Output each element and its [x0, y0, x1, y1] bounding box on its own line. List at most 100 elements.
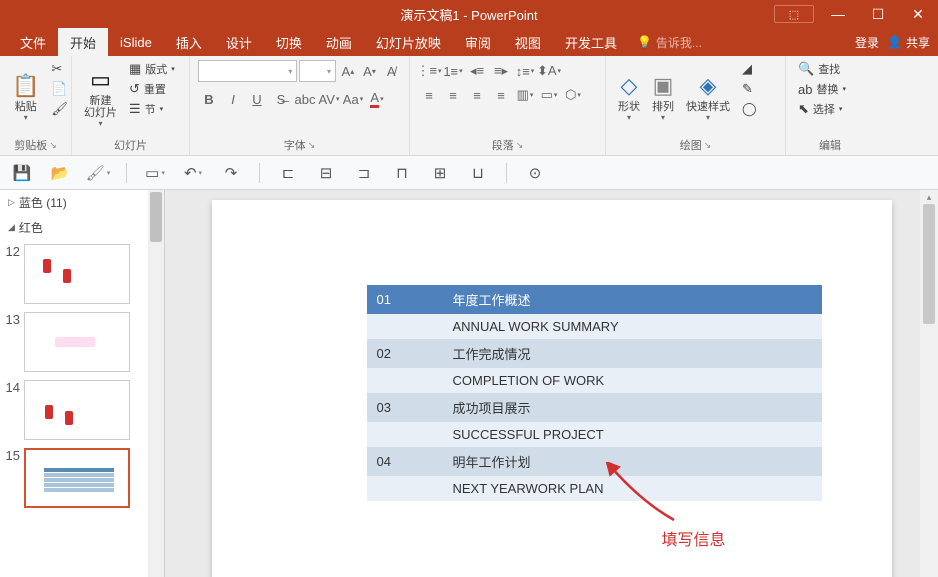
- clear-formatting-button[interactable]: A̸: [381, 60, 401, 82]
- smartart-button[interactable]: ⬡: [562, 84, 584, 106]
- copy-button[interactable]: 📄: [47, 80, 72, 98]
- shrink-font-button[interactable]: A▾: [360, 60, 380, 82]
- new-slide-button[interactable]: ▭ 新建 幻灯片 ▾: [80, 60, 121, 135]
- shape-fill-button[interactable]: ◢: [738, 60, 761, 78]
- text-direction-button[interactable]: ⬍A: [538, 60, 560, 82]
- shape-outline-button[interactable]: ✎: [738, 80, 761, 98]
- replace-button[interactable]: ab替换▾: [794, 80, 850, 98]
- table-cell-num: 03: [367, 393, 443, 422]
- canvas-scrollbar[interactable]: ▴: [920, 190, 938, 577]
- font-dialog-launcher[interactable]: ↘: [308, 140, 316, 151]
- menu-slideshow[interactable]: 幻灯片放映: [364, 28, 453, 56]
- increase-indent-button[interactable]: ≡▸: [490, 60, 512, 82]
- menu-insert[interactable]: 插入: [164, 28, 214, 56]
- textbox-qat[interactable]: ▭: [145, 163, 165, 183]
- login-link[interactable]: 登录: [855, 34, 879, 51]
- tree-item-red[interactable]: ◢ 红色: [0, 215, 164, 240]
- panel-scrollbar[interactable]: [148, 190, 164, 577]
- cut-button[interactable]: ✂: [47, 60, 72, 78]
- redo-button[interactable]: ↷: [221, 163, 241, 183]
- menu-animations[interactable]: 动画: [314, 28, 364, 56]
- align-center-h-qat[interactable]: ⊟: [316, 163, 336, 183]
- undo-button[interactable]: ↶: [183, 163, 203, 183]
- scroll-up-icon[interactable]: ▴: [920, 190, 938, 204]
- bullets-button[interactable]: ⋮≡: [418, 60, 440, 82]
- strikethrough-button[interactable]: S̶: [270, 88, 292, 110]
- table-row[interactable]: COMPLETION OF WORK: [367, 368, 822, 393]
- table-row[interactable]: 04明年工作计划: [367, 447, 822, 476]
- save-button[interactable]: 💾: [12, 163, 32, 183]
- char-spacing-button[interactable]: AV: [318, 88, 340, 110]
- menu-design[interactable]: 设计: [214, 28, 264, 56]
- underline-button[interactable]: U: [246, 88, 268, 110]
- menu-home[interactable]: 开始: [58, 28, 108, 56]
- font-color-button[interactable]: A: [366, 88, 388, 110]
- columns-button[interactable]: ▥: [514, 84, 536, 106]
- paragraph-dialog-launcher[interactable]: ↘: [516, 140, 524, 151]
- align-right-qat[interactable]: ⊐: [354, 163, 374, 183]
- shape-effects-button[interactable]: ◯: [738, 100, 761, 118]
- shapes-button[interactable]: ◇ 形状 ▾: [614, 60, 644, 135]
- table-row[interactable]: SUCCESSFUL PROJECT: [367, 422, 822, 447]
- bold-button[interactable]: B: [198, 88, 220, 110]
- slide-thumbnail-12[interactable]: [24, 244, 130, 304]
- arrange-button[interactable]: ▣ 排列 ▾: [648, 60, 678, 135]
- scrollbar-thumb[interactable]: [150, 192, 162, 242]
- align-left-button[interactable]: ≡: [418, 84, 440, 106]
- open-button[interactable]: 📂: [50, 163, 70, 183]
- align-top-qat[interactable]: ⊓: [392, 163, 412, 183]
- slide-canvas[interactable]: 01年度工作概述ANNUAL WORK SUMMARY02工作完成情况COMPL…: [212, 200, 892, 577]
- table-row[interactable]: 01年度工作概述: [367, 285, 822, 314]
- table-row[interactable]: ANNUAL WORK SUMMARY: [367, 314, 822, 339]
- font-name-combo[interactable]: ▾: [198, 60, 297, 82]
- slide-thumbnail-15[interactable]: [24, 448, 130, 508]
- slide-thumbnail-13[interactable]: [24, 312, 130, 372]
- align-left-qat[interactable]: ⊏: [278, 163, 298, 183]
- slide-thumbnail-14[interactable]: [24, 380, 130, 440]
- close-button[interactable]: ✕: [898, 0, 938, 28]
- tree-item-blue[interactable]: ▷ 蓝色 (11): [0, 190, 164, 215]
- numbering-button[interactable]: 1≡: [442, 60, 464, 82]
- format-painter-qat[interactable]: 🖌: [88, 163, 108, 183]
- section-button[interactable]: ☰节▾: [125, 100, 179, 118]
- align-right-button[interactable]: ≡: [466, 84, 488, 106]
- menu-islide[interactable]: iSlide: [108, 28, 164, 56]
- shadow-button[interactable]: abc: [294, 88, 316, 110]
- content-table[interactable]: 01年度工作概述ANNUAL WORK SUMMARY02工作完成情况COMPL…: [367, 285, 822, 501]
- table-row[interactable]: 03成功项目展示: [367, 393, 822, 422]
- maximize-button[interactable]: ☐: [858, 0, 898, 28]
- reset-button[interactable]: ↺重置: [125, 80, 179, 98]
- tell-me-search[interactable]: 💡 告诉我...: [637, 34, 702, 51]
- table-row[interactable]: NEXT YEARWORK PLAN: [367, 476, 822, 501]
- share-button[interactable]: 👤 共享: [887, 34, 930, 51]
- font-size-combo[interactable]: ▾: [299, 60, 336, 82]
- align-bottom-qat[interactable]: ⊔: [468, 163, 488, 183]
- clipboard-dialog-launcher[interactable]: ↘: [49, 140, 57, 151]
- minimize-button[interactable]: —: [818, 0, 858, 28]
- align-center-button[interactable]: ≡: [442, 84, 464, 106]
- drawing-dialog-launcher[interactable]: ↘: [704, 140, 712, 151]
- format-painter-button[interactable]: 🖌: [47, 100, 72, 118]
- ribbon-display-options[interactable]: ⬚: [774, 5, 814, 23]
- eyedropper-qat[interactable]: ⊙: [525, 163, 545, 183]
- justify-button[interactable]: ≡: [490, 84, 512, 106]
- line-spacing-button[interactable]: ↕≡: [514, 60, 536, 82]
- menu-developer[interactable]: 开发工具: [553, 28, 629, 56]
- select-button[interactable]: ⬉选择▾: [794, 100, 850, 118]
- menu-transitions[interactable]: 切换: [264, 28, 314, 56]
- layout-button[interactable]: ▦版式▾: [125, 60, 179, 78]
- scrollbar-thumb[interactable]: [923, 204, 935, 324]
- paste-button[interactable]: 📋 粘贴 ▾: [8, 60, 43, 135]
- align-text-button[interactable]: ▭: [538, 84, 560, 106]
- change-case-button[interactable]: Aa: [342, 88, 364, 110]
- menu-file[interactable]: 文件: [8, 28, 58, 56]
- quick-styles-button[interactable]: ◈ 快速样式 ▾: [682, 60, 734, 135]
- menu-view[interactable]: 视图: [503, 28, 553, 56]
- grow-font-button[interactable]: A▴: [338, 60, 358, 82]
- italic-button[interactable]: I: [222, 88, 244, 110]
- find-button[interactable]: 🔍查找: [794, 60, 850, 78]
- align-middle-qat[interactable]: ⊞: [430, 163, 450, 183]
- decrease-indent-button[interactable]: ◂≡: [466, 60, 488, 82]
- menu-review[interactable]: 审阅: [453, 28, 503, 56]
- table-row[interactable]: 02工作完成情况: [367, 339, 822, 368]
